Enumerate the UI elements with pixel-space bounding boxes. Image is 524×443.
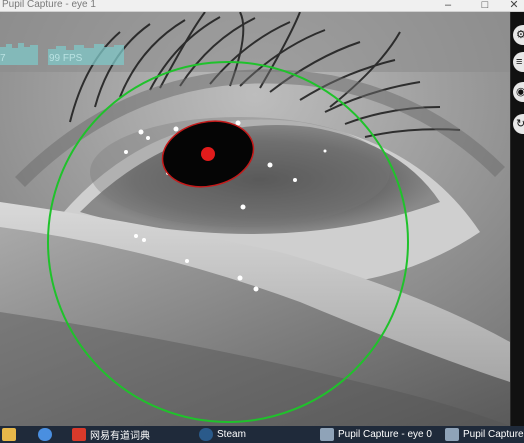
right-sidebar: ⚙ ≡ ◉ ↻ bbox=[510, 12, 524, 426]
menu-icon[interactable]: ≡ bbox=[513, 52, 524, 72]
taskbar-pupil-capture-label: Pupil Capture bbox=[463, 429, 524, 440]
youdao-icon bbox=[72, 428, 86, 441]
pupil-center-dot bbox=[201, 147, 215, 161]
left-stat-label: 7 bbox=[0, 53, 6, 64]
taskbar-youdao-label: 网易有道词典 bbox=[90, 431, 150, 442]
title-bar[interactable]: Pupil Capture - eye 1 – □ ✕ bbox=[0, 0, 524, 12]
taskbar-steam-label: Steam bbox=[217, 429, 246, 440]
pupil-window-icon bbox=[320, 428, 334, 441]
windows-taskbar: 网易有道词典 Steam Pupil Capture - eye 0 Pupil… bbox=[0, 426, 524, 443]
close-button[interactable]: ✕ bbox=[506, 0, 522, 12]
taskbar-steam[interactable]: Steam bbox=[199, 426, 246, 443]
eye-image bbox=[0, 12, 510, 426]
taskbar-youdao[interactable]: 网易有道词典 bbox=[72, 426, 150, 443]
taskbar-pupil-capture[interactable]: Pupil Capture bbox=[445, 426, 524, 443]
maximize-button[interactable]: □ bbox=[477, 0, 493, 12]
pupil-window-icon bbox=[445, 428, 459, 441]
folder-icon bbox=[2, 428, 16, 441]
taskbar-pupil-eye0[interactable]: Pupil Capture - eye 0 bbox=[320, 426, 432, 443]
eye-camera-view[interactable]: 7 99 FPS bbox=[0, 12, 510, 426]
fps-label: 99 FPS bbox=[49, 53, 83, 64]
minimize-button[interactable]: – bbox=[440, 0, 456, 12]
steam-icon bbox=[199, 428, 213, 441]
browser-icon bbox=[38, 428, 52, 441]
pupil-capture-window: Pupil Capture - eye 1 – □ ✕ 7 99 FPS ⚙ ≡… bbox=[0, 0, 524, 443]
window-title: Pupil Capture - eye 1 bbox=[2, 0, 96, 10]
taskbar-folder[interactable] bbox=[2, 426, 16, 443]
refresh-icon[interactable]: ↻ bbox=[513, 114, 524, 134]
settings-icon[interactable]: ⚙ bbox=[513, 25, 524, 45]
taskbar-browser[interactable] bbox=[38, 426, 52, 443]
taskbar-pupil-eye0-label: Pupil Capture - eye 0 bbox=[338, 429, 432, 440]
camera-icon[interactable]: ◉ bbox=[513, 82, 524, 102]
